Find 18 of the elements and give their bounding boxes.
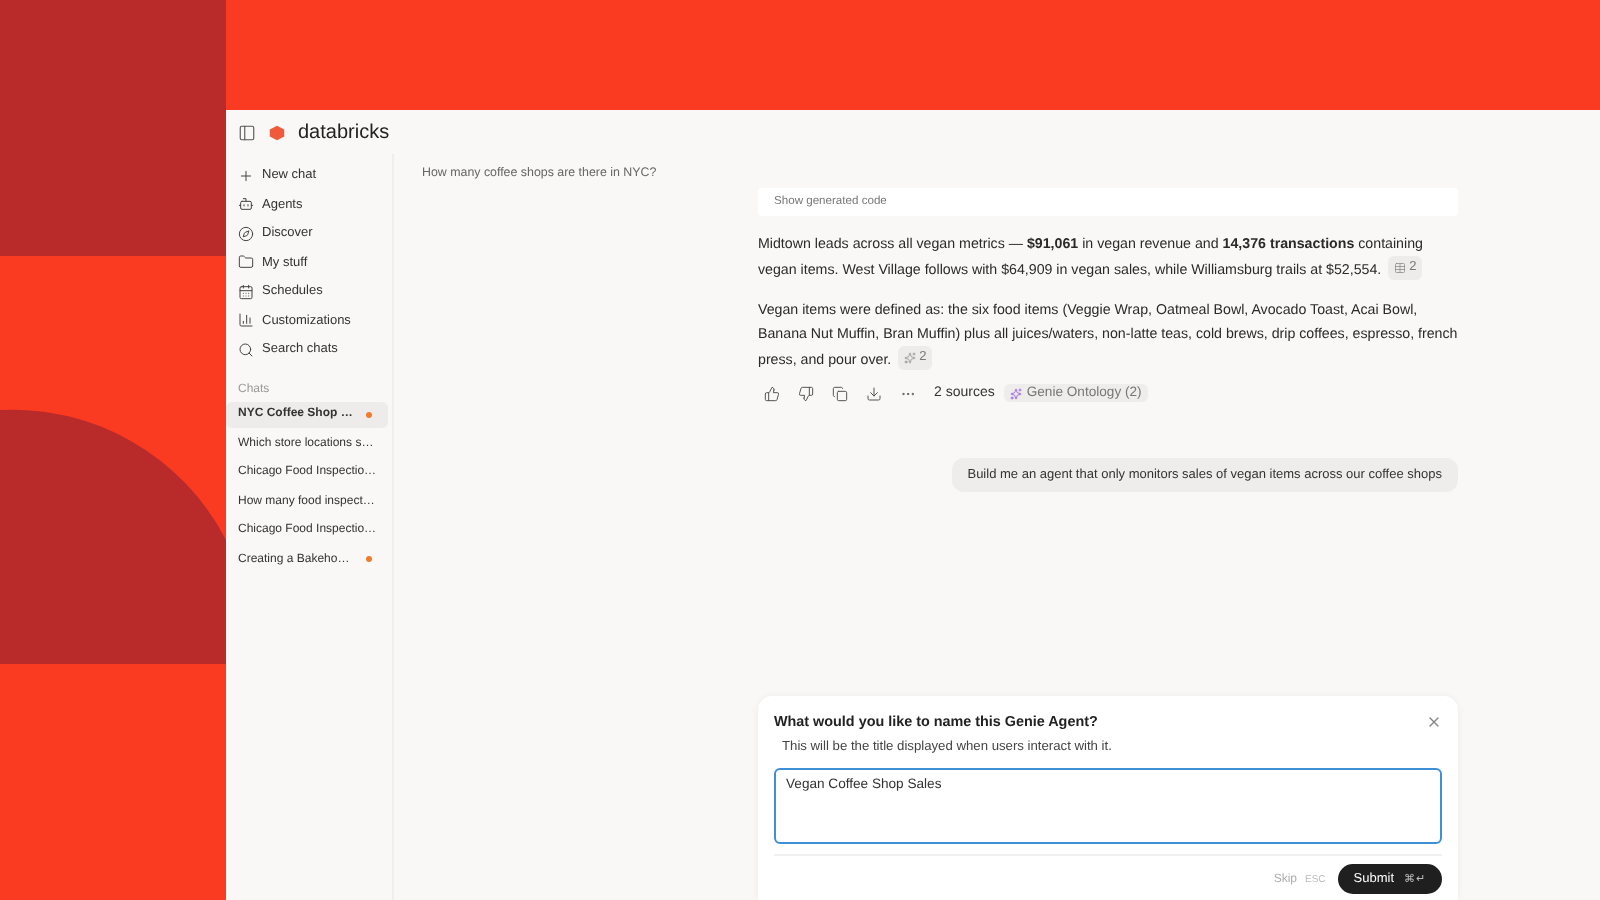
- agent-icon: [238, 196, 254, 213]
- close-icon[interactable]: [1426, 713, 1442, 729]
- plus-icon: [238, 167, 254, 184]
- calendar-icon: [238, 283, 254, 300]
- search-icon: [238, 341, 254, 358]
- thumbs-down-icon: [798, 385, 814, 401]
- folder-icon: [238, 254, 254, 271]
- copy-icon: [832, 385, 848, 401]
- sidebar-toggle-icon[interactable]: [238, 123, 256, 141]
- logo-icon: [268, 123, 286, 141]
- compass-icon: [238, 225, 254, 242]
- table-icon: [1393, 262, 1406, 274]
- sparkle-icon: [903, 352, 916, 364]
- brand-name: databricks: [298, 121, 390, 143]
- download-icon: [866, 385, 882, 401]
- thumbs-up-icon: [764, 385, 780, 401]
- bar-chart-icon: [238, 312, 254, 329]
- sparkle-icon: [1010, 387, 1023, 399]
